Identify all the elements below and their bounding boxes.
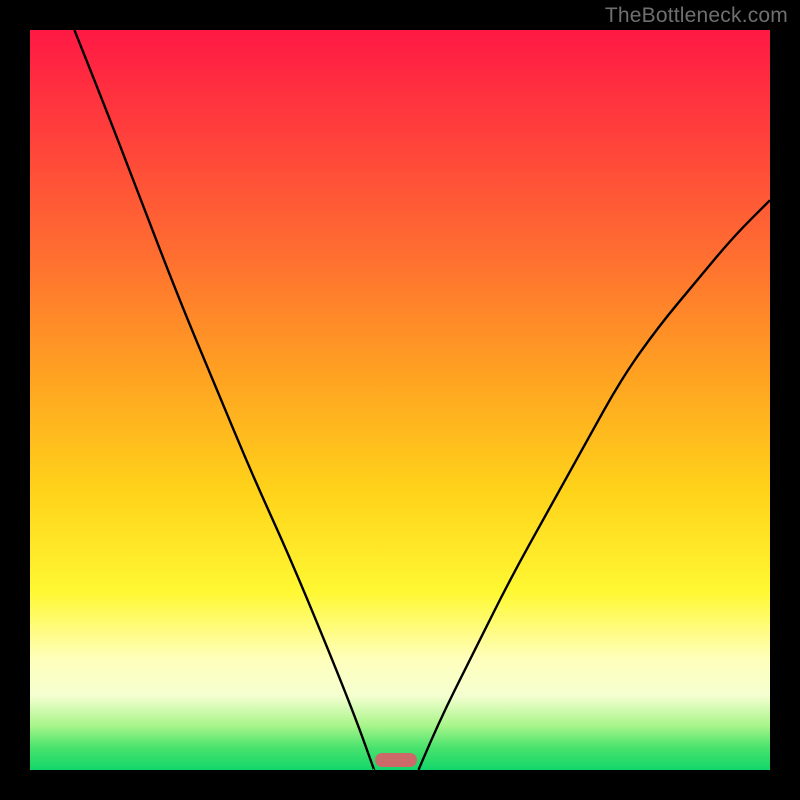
watermark-text: TheBottleneck.com [605,4,788,28]
curve-layer [30,30,770,770]
bottleneck-marker [375,753,417,767]
plot-area [30,30,770,770]
left-curve [74,30,374,770]
chart-frame: TheBottleneck.com [0,0,800,800]
right-curve [419,200,771,770]
